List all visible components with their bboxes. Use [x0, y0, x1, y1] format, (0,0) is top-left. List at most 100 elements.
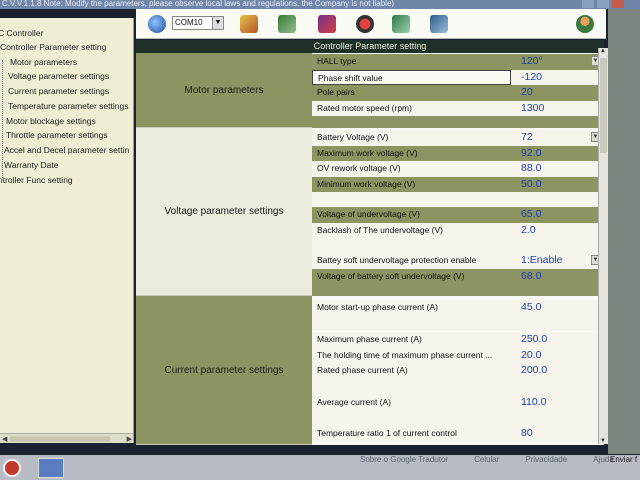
- window-controls: [582, 0, 624, 8]
- param-value[interactable]: -120: [511, 69, 602, 85]
- param-value[interactable]: 250.0: [511, 332, 602, 348]
- param-spacer: [511, 192, 602, 207]
- param-name: Maximum work voltage (V): [312, 145, 511, 161]
- param-row[interactable]: Temperature ratio 1 of current control 8…: [312, 426, 602, 442]
- transfer-icon[interactable]: [278, 15, 296, 33]
- param-name: Battey soft undervoltage protection enab…: [312, 253, 511, 269]
- param-value[interactable]: 50.0: [511, 176, 602, 192]
- param-value[interactable]: 20: [511, 85, 602, 101]
- group-label: Current parameter settings: [164, 364, 284, 376]
- param-row-spacer: [312, 192, 602, 207]
- param-value[interactable]: 120°: [511, 54, 602, 70]
- param-row-spacer: [312, 379, 602, 395]
- app-icon[interactable]: [38, 458, 64, 478]
- sidebar-hscrollbar[interactable]: ◀ ▶: [0, 433, 133, 443]
- link-privacy[interactable]: Privacidade: [525, 455, 567, 464]
- link-about-translate[interactable]: Sobre o Google Tradutor: [360, 455, 448, 464]
- param-value[interactable]: 88.0: [511, 161, 602, 177]
- param-row[interactable]: Maximum phase current (A) 250.0: [312, 332, 602, 348]
- tree-item-temperature-parameters[interactable]: Temperature parameter settings: [8, 101, 128, 111]
- param-row[interactable]: Voltage of undervoltage (V) 65.0: [312, 207, 602, 223]
- param-row[interactable]: HALL type 120° ▼: [312, 54, 602, 70]
- tree-item-controller[interactable]: C Controller: [0, 28, 43, 38]
- param-value[interactable]: 1300: [511, 100, 602, 116]
- param-row[interactable]: Pole pairs 20: [312, 85, 602, 101]
- tree-item-controller-parameter[interactable]: Controller Parameter setting: [0, 42, 106, 52]
- param-row[interactable]: Battey soft undervoltage protection enab…: [312, 253, 602, 269]
- table-header: Controller Parameter setting: [136, 40, 604, 53]
- scroll-thumb[interactable]: [10, 436, 110, 442]
- param-spacer: [312, 379, 511, 395]
- param-spacer: [312, 316, 511, 331]
- scroll-down-icon[interactable]: ▼: [600, 438, 606, 444]
- tree-item-motor-blockage[interactable]: Motor blockage settings: [6, 116, 96, 126]
- tree-item-warranty-date[interactable]: Warranty Date: [4, 160, 58, 170]
- param-name: Rated motor speed (rpm): [312, 100, 511, 116]
- tree-item-motor-parameters[interactable]: Motor parameters: [10, 57, 77, 67]
- tree-item-accel-decel[interactable]: Accel and Decel parameter settin: [4, 145, 129, 155]
- connect-icon[interactable]: [240, 15, 258, 33]
- close-button[interactable]: [612, 0, 624, 8]
- param-name: Battery Voltage (V): [312, 130, 511, 146]
- tree-item-func-setting[interactable]: ntroller Func setting: [0, 175, 73, 185]
- save-icon[interactable]: [318, 15, 336, 33]
- chevron-down-icon[interactable]: ▼: [212, 17, 223, 29]
- param-row[interactable]: Motor start-up phase current (A) 45.0: [312, 300, 602, 316]
- param-value[interactable]: 45.0: [511, 300, 602, 316]
- table-vscrollbar[interactable]: ▲ ▼: [598, 48, 608, 444]
- param-name: The holding time of maximum phase curren…: [312, 347, 511, 363]
- param-row[interactable]: Average current (A) 110.0: [312, 395, 602, 411]
- tree-item-current-parameters[interactable]: Current parameter settings: [8, 86, 109, 96]
- param-value[interactable]: 1:Enable: [511, 253, 602, 269]
- param-row[interactable]: Maximum work voltage (V) 92.0: [312, 145, 602, 161]
- param-value[interactable]: 110.0: [511, 395, 602, 411]
- scroll-left-icon[interactable]: ◀: [2, 435, 7, 443]
- param-row[interactable]: Battery Voltage (V) 72 ▼: [312, 130, 602, 146]
- export-icon[interactable]: [430, 15, 448, 33]
- param-spacer: [511, 238, 602, 253]
- maximize-button[interactable]: [597, 0, 609, 8]
- tree-item-voltage-parameters[interactable]: Voltage parameter settings: [8, 71, 109, 81]
- scroll-right-icon[interactable]: ▶: [127, 435, 132, 443]
- param-name: Rated phase current (A): [312, 363, 511, 379]
- param-value[interactable]: 80: [511, 426, 602, 442]
- param-value[interactable]: 2.0: [511, 222, 602, 238]
- param-row[interactable]: Minimum work voltage (V) 50.0: [312, 176, 602, 192]
- scroll-up-icon[interactable]: ▲: [600, 48, 606, 54]
- record-icon[interactable]: [356, 15, 374, 33]
- param-row[interactable]: Backlash of The undervoltage (V) 2.0: [312, 222, 602, 238]
- param-value[interactable]: 92.0: [511, 145, 602, 161]
- param-spacer: [511, 116, 602, 128]
- group-voltage-parameters: Voltage parameter settings: [136, 128, 312, 296]
- param-row[interactable]: OV rework voltage (V) 88.0: [312, 161, 602, 177]
- user-icon[interactable]: [576, 15, 594, 33]
- group-label: Motor parameters: [184, 84, 264, 96]
- param-row[interactable]: Phase shift value -120: [312, 69, 602, 85]
- param-row[interactable]: The holding time of maximum phase curren…: [312, 347, 602, 363]
- com-port-select[interactable]: COM10 ▼: [172, 16, 224, 30]
- send-feedback-link[interactable]: Enviar f: [610, 455, 637, 464]
- param-row[interactable]: Rated phase current (A) 200.0: [312, 363, 602, 379]
- param-value[interactable]: 200.0: [511, 363, 602, 379]
- param-name: OV rework voltage (V): [312, 161, 511, 177]
- scroll-thumb[interactable]: [600, 58, 607, 153]
- param-value[interactable]: 65.0: [511, 207, 602, 223]
- param-value[interactable]: 20.0: [511, 347, 602, 363]
- param-row[interactable]: Rated motor speed (rpm) 1300: [312, 100, 602, 116]
- globe-icon[interactable]: [148, 15, 166, 33]
- param-row[interactable]: Voltage of battery soft undervoltage (V)…: [312, 268, 602, 284]
- link-mobile[interactable]: Celular: [474, 455, 499, 464]
- com-port-value: COM10: [175, 18, 203, 27]
- param-value[interactable]: 72: [511, 130, 602, 146]
- param-value[interactable]: 68.0: [511, 268, 602, 284]
- desktop-background: [608, 9, 640, 454]
- flag-icon[interactable]: [392, 15, 410, 33]
- tree-item-throttle-parameters[interactable]: Throttle parameter settings: [6, 130, 108, 140]
- param-name: Voltage of battery soft undervoltage (V): [312, 268, 511, 284]
- start-icon[interactable]: [3, 459, 21, 477]
- browser-footer-links: Sobre o Google Tradutor Celular Privacid…: [360, 455, 614, 464]
- minimize-button[interactable]: [582, 0, 594, 8]
- window-title: C.V.V.1.1.8 Note: Modify the parameters,…: [2, 0, 395, 8]
- param-row-spacer: [312, 238, 602, 253]
- param-spacer: [511, 411, 602, 427]
